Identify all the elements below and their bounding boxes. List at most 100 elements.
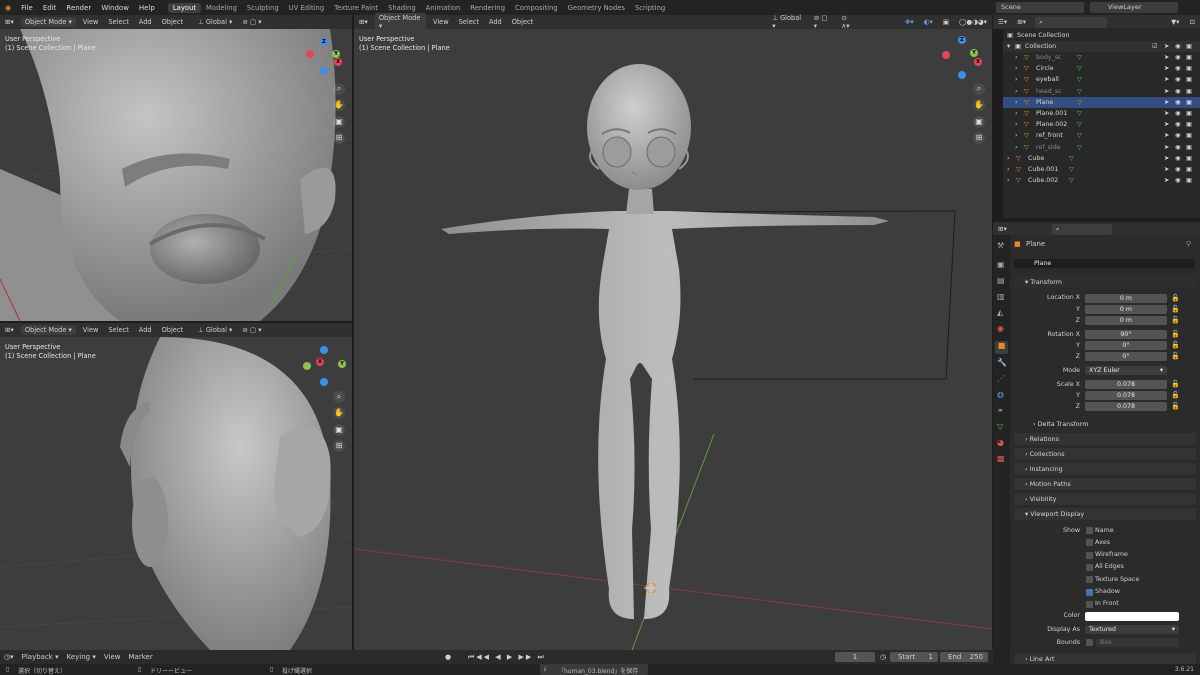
location-z-field[interactable]: 0 m xyxy=(1085,316,1167,325)
viewport-main[interactable]: User Perspective (1) Scene Collection | … xyxy=(354,29,992,650)
select-icon[interactable]: ➤ xyxy=(1164,155,1169,162)
render-camera-icon[interactable]: ▣ xyxy=(1186,88,1192,95)
grid-toggle-icon[interactable]: ⊞ xyxy=(333,132,345,144)
modifier-tab-icon[interactable]: 🔧 xyxy=(997,358,1007,367)
gizmo-toggle-icon[interactable]: ✥▾ xyxy=(901,17,918,27)
expand-icon[interactable]: › xyxy=(1007,155,1010,162)
menu-view[interactable]: View xyxy=(79,325,103,335)
menu-file[interactable]: File xyxy=(16,4,38,12)
select-icon[interactable]: ➤ xyxy=(1164,54,1169,61)
menu-playback[interactable]: Playback ▾ xyxy=(18,653,63,661)
panel-relations[interactable]: › Relations xyxy=(1014,433,1196,445)
bounds-select[interactable]: Box xyxy=(1096,638,1179,647)
tab-geometry-nodes[interactable]: Geometry Nodes xyxy=(563,3,630,13)
editor-type-icon[interactable]: ⊞▾ xyxy=(355,17,372,27)
outliner-item-ref-side[interactable]: › ▽ ref_side ▽ ➤ ◉ ▣ xyxy=(1003,142,1200,153)
pan-hand-icon[interactable]: ✋ xyxy=(973,99,985,111)
menu-select[interactable]: Select xyxy=(455,17,483,27)
shading-mode-icons[interactable]: ◯●◑◕▾ xyxy=(955,17,991,27)
snap-icon[interactable]: ⊘ ▢ ▾ xyxy=(238,325,265,335)
outliner-item-cube-001[interactable]: › ▽ Cube.001 ▽ ➤ ◉ ▣ xyxy=(1003,164,1200,175)
tab-layout[interactable]: Layout xyxy=(167,2,201,13)
view-layer-tab-icon[interactable]: ▥ xyxy=(997,292,1005,301)
xray-icon[interactable]: ▣ xyxy=(939,17,953,27)
gizmo-x-axis[interactable]: X xyxy=(974,58,982,66)
eye-icon[interactable]: ◉ xyxy=(1175,155,1181,162)
panel-viewport-display[interactable]: ▾ Viewport Display xyxy=(1014,508,1196,520)
scale-y-field[interactable]: 0.078 xyxy=(1085,391,1167,400)
orientation-select[interactable]: ⊥ Global ▾ xyxy=(194,325,236,335)
constraints-tab-icon[interactable]: ⚭ xyxy=(997,406,1004,415)
mode-select[interactable]: Object Mode ▾ xyxy=(20,17,76,27)
gizmo-y-axis-icon[interactable] xyxy=(303,362,311,370)
outliner-item-head-sc[interactable]: › ▽ head_sc ▽ ➤ ◉ ▣ xyxy=(1003,86,1200,97)
data-tab-icon[interactable]: ▽ xyxy=(997,422,1003,431)
lock-icon[interactable]: 🔓 xyxy=(1171,294,1180,302)
physics-tab-icon[interactable]: ◍ xyxy=(997,390,1004,399)
lock-icon[interactable]: 🔓 xyxy=(1171,330,1180,338)
orientation-select[interactable]: ⊥ Global ▾ xyxy=(194,17,236,27)
zoom-icon[interactable]: ⌕ xyxy=(333,391,345,403)
menu-help[interactable]: Help xyxy=(134,4,160,12)
menu-object[interactable]: Object xyxy=(158,325,187,335)
select-icon[interactable]: ➤ xyxy=(1164,76,1169,83)
outliner-item-cube[interactable]: › ▽ Cube ▽ ➤ ◉ ▣ xyxy=(1003,153,1200,164)
scene-tab-icon[interactable]: ◭ xyxy=(997,308,1003,317)
expand-icon[interactable]: › xyxy=(1015,65,1018,72)
render-tab-icon[interactable]: ▣ xyxy=(997,260,1005,269)
render-camera-icon[interactable]: ▣ xyxy=(1186,54,1192,61)
menu-object[interactable]: Object xyxy=(508,17,537,27)
mode-select[interactable]: Object Mode ▾ xyxy=(20,325,76,335)
eye-icon[interactable]: ◉ xyxy=(1175,43,1181,50)
checkbox-shadow[interactable] xyxy=(1086,588,1093,596)
select-icon[interactable]: ➤ xyxy=(1164,43,1169,50)
record-icon[interactable]: ● xyxy=(445,653,451,661)
gizmo-x-axis[interactable]: X xyxy=(334,58,342,66)
world-tab-icon[interactable]: ◉ xyxy=(997,324,1004,333)
render-camera-icon[interactable]: ▣ xyxy=(1186,132,1192,139)
expand-icon[interactable]: › xyxy=(1015,99,1018,106)
menu-select[interactable]: Select xyxy=(104,325,132,335)
gizmo-z-axis[interactable]: Z xyxy=(958,36,966,44)
lock-icon[interactable]: 🔓 xyxy=(1171,380,1180,388)
lock-icon[interactable]: 🔓 xyxy=(1171,341,1180,349)
eye-icon[interactable]: ◉ xyxy=(1175,65,1181,72)
eye-icon[interactable]: ◉ xyxy=(1175,166,1181,173)
tab-animation[interactable]: Animation xyxy=(421,3,466,13)
outliner-search-input[interactable]: ⌕ xyxy=(1035,16,1108,28)
particles-tab-icon[interactable]: ⋰ xyxy=(997,374,1005,383)
rotation-y-field[interactable]: 0° xyxy=(1085,341,1167,350)
expand-icon[interactable]: › xyxy=(1015,88,1018,95)
editor-type-icon[interactable]: ⊞▾ xyxy=(1,17,18,27)
gizmo-x-axis-icon[interactable] xyxy=(306,50,314,58)
filter-icon[interactable]: ▼▾ xyxy=(1167,17,1183,27)
panel-delta-transform[interactable]: › Delta Transform xyxy=(1022,418,1196,430)
eye-icon[interactable]: ◉ xyxy=(1175,76,1181,83)
panel-motion-paths[interactable]: › Motion Paths xyxy=(1014,478,1196,490)
lock-icon[interactable]: 🔓 xyxy=(1171,305,1180,313)
eye-icon[interactable]: ◉ xyxy=(1175,99,1181,106)
outliner-item-ref-front[interactable]: › ▽ ref_front ▽ ➤ ◉ ▣ xyxy=(1003,130,1200,141)
select-icon[interactable]: ➤ xyxy=(1164,121,1169,128)
outliner-row-collection[interactable]: ▾ ▣ Collection ☑ ➤ ◉ ▣ xyxy=(1003,41,1200,52)
menu-window[interactable]: Window xyxy=(96,4,134,12)
new-collection-icon[interactable]: ⊡ xyxy=(1185,17,1199,27)
zoom-icon[interactable]: ⌕ xyxy=(973,83,985,95)
outliner-item-cube-002[interactable]: › ▽ Cube.002 ▽ ➤ ◉ ▣ xyxy=(1003,175,1200,186)
editor-type-icon[interactable]: ☰▾ xyxy=(994,17,1011,27)
end-frame-field[interactable]: End 250 xyxy=(940,652,988,662)
render-camera-icon[interactable]: ▣ xyxy=(1186,76,1192,83)
gizmo-z-axis[interactable]: Z xyxy=(320,38,328,46)
panel-transform[interactable]: ▾ Transform xyxy=(1014,276,1196,288)
expand-icon[interactable]: ▾ xyxy=(1007,43,1010,50)
editor-type-icon[interactable]: ⊞▾ xyxy=(994,224,1011,234)
menu-view[interactable]: View xyxy=(429,17,453,27)
rotation-mode-select[interactable]: XYZ Euler ▾ xyxy=(1085,366,1167,375)
checkbox-all-edges[interactable] xyxy=(1086,563,1093,571)
select-icon[interactable]: ➤ xyxy=(1164,88,1169,95)
tab-rendering[interactable]: Rendering xyxy=(465,3,510,13)
pan-hand-icon[interactable]: ✋ xyxy=(333,99,345,111)
gizmo-y-axis[interactable]: Y xyxy=(970,49,978,57)
checkbox-in-front[interactable] xyxy=(1086,600,1093,608)
clock-icon[interactable]: ◷ xyxy=(880,653,886,661)
